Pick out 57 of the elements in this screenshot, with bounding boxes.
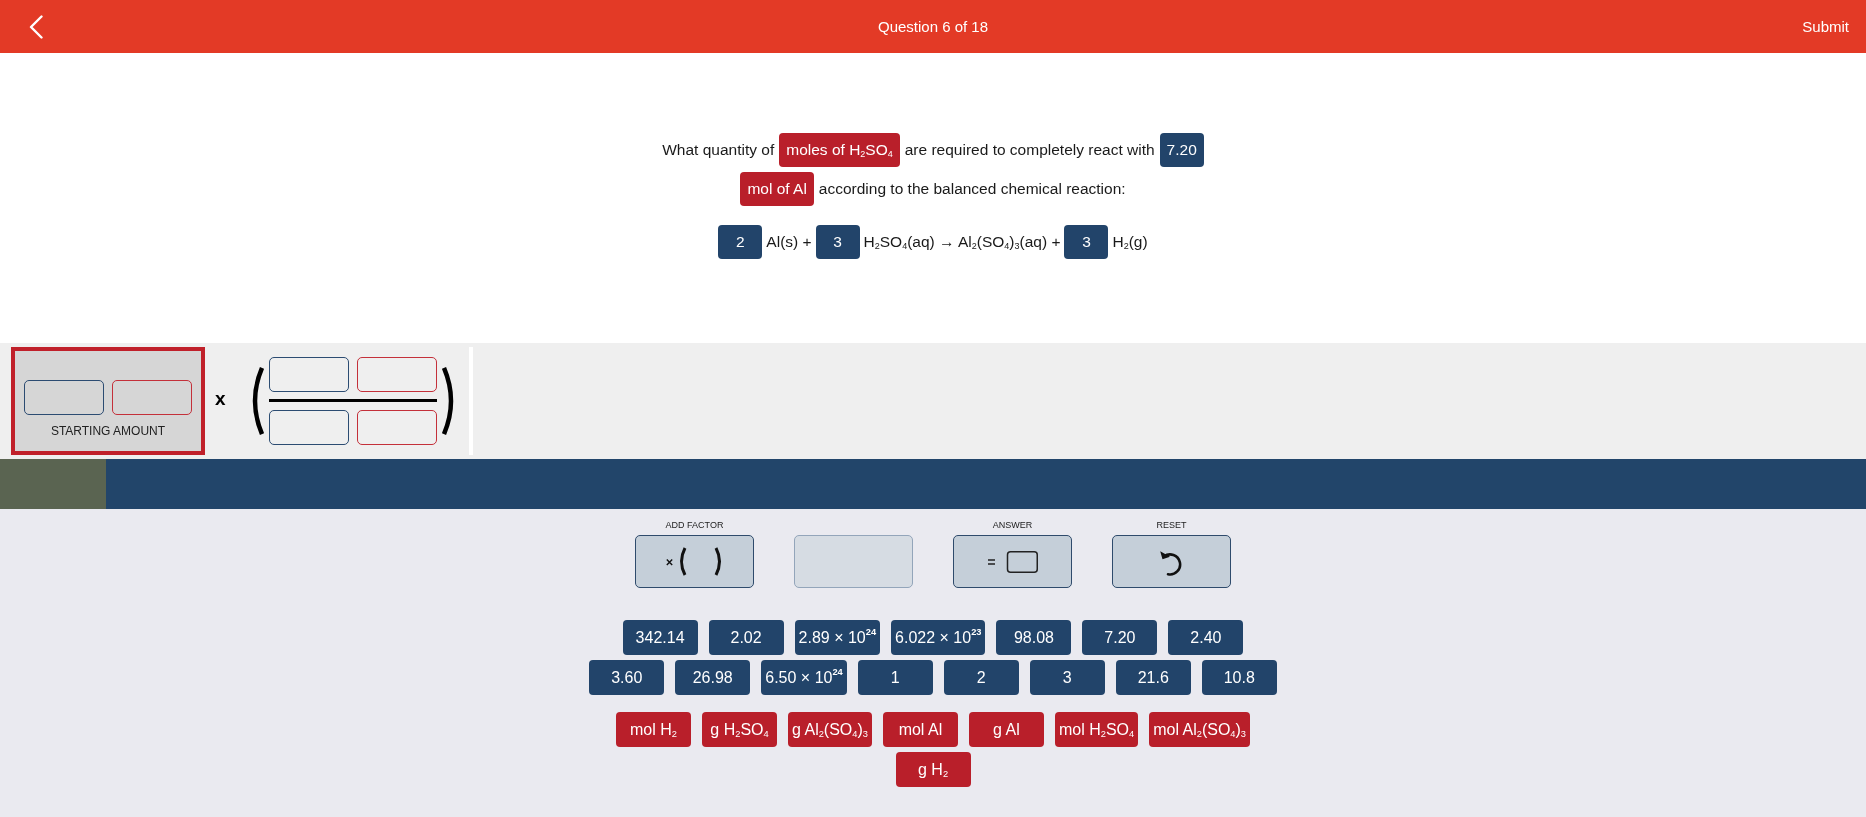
unit-tile[interactable]: g Al	[968, 712, 1044, 747]
unit-tile[interactable]: g H$_{2}$	[895, 752, 971, 787]
starting-amount-label: STARTING AMOUNT	[50, 424, 166, 438]
control-label: RESET	[1156, 519, 1187, 531]
number-tile[interactable]: 2.89 × 10$^{24}$	[794, 620, 881, 655]
equation-text: H$_{2}$SO$_{4}$(aq) → Al$_{2}$(SO$_{4}$)$_{3}$(aq) +	[863, 232, 1061, 251]
chevron-left-icon	[29, 14, 43, 39]
unit-chip: mol of Al	[740, 171, 814, 206]
control-label: ANSWER	[992, 519, 1033, 531]
number-tile[interactable]: 6.50 × 10$^{24}$	[761, 660, 847, 695]
back-button[interactable]	[29, 14, 43, 39]
question-text: What quantity of	[662, 140, 775, 159]
unit-tile[interactable]: g H$_{2}$SO$_{4}$	[702, 712, 777, 747]
equals-box-icon	[987, 550, 1038, 573]
coefficient-chip: 3	[815, 224, 860, 259]
answer-button[interactable]	[953, 535, 1072, 588]
unit-field[interactable]	[356, 357, 437, 392]
number-tile[interactable]: 6.022 × 10$^{23}$	[891, 620, 986, 655]
number-tile[interactable]: 3	[1029, 660, 1105, 695]
unit-tile[interactable]: mol Al	[882, 712, 958, 747]
coefficient-chip: 3	[1064, 224, 1109, 259]
equation-text: Al(s) +	[766, 232, 812, 251]
starting-amount-card[interactable]: STARTING AMOUNT	[11, 347, 205, 455]
question-text: according to the balanced chemical reaction:	[818, 179, 1126, 198]
number-tile[interactable]: 26.98	[675, 660, 751, 695]
number-tile[interactable]: 21.6	[1115, 660, 1191, 695]
equation-text: H$_{2}$(g)	[1112, 232, 1148, 251]
number-tile[interactable]: 3.60	[589, 660, 665, 695]
unit-tile[interactable]: mol Al$_{2}$(SO$_{4}$)$_{3}$	[1149, 712, 1250, 747]
number-tile[interactable]: 2.40	[1168, 620, 1244, 655]
value-chip: 7.20	[1159, 132, 1204, 167]
number-tile[interactable]: 10.8	[1201, 660, 1277, 695]
unit-tile[interactable]: mol H$_{2}$	[616, 712, 691, 747]
number-tile[interactable]: 7.20	[1082, 620, 1158, 655]
number-tile[interactable]: 342.14	[622, 620, 698, 655]
multiply-sign: x	[215, 388, 226, 408]
number-tile[interactable]: 2	[943, 660, 1019, 695]
number-tile[interactable]: 1	[857, 660, 933, 695]
value-field[interactable]	[24, 380, 104, 415]
unit-field[interactable]	[356, 410, 437, 445]
submit-button[interactable]: Submit	[1802, 18, 1849, 35]
value-field[interactable]	[268, 357, 349, 392]
unit-tile[interactable]: g Al$_{2}$(SO$_{4}$)$_{3}$	[788, 712, 872, 747]
reset-button[interactable]	[1112, 535, 1231, 588]
multiply-parentheses-icon	[666, 547, 723, 576]
unit-field[interactable]	[112, 380, 192, 415]
control-label: ADD FACTOR	[665, 519, 724, 531]
conversion-factor[interactable]: x	[211, 347, 462, 455]
value-field[interactable]	[268, 410, 349, 445]
unit-tile[interactable]: mol H$_{2}$SO$_{4}$	[1054, 712, 1139, 747]
unit-chip: moles of H$_{2}$SO$_{4}$	[779, 132, 900, 167]
coefficient-chip: 2	[718, 224, 763, 259]
add-factor-button[interactable]	[635, 535, 754, 588]
question-text: are required to completely react with	[904, 140, 1155, 159]
number-tile[interactable]: 2.02	[708, 620, 784, 655]
question-counter: Question 6 of 18	[877, 18, 989, 35]
number-tile[interactable]: 98.08	[996, 620, 1072, 655]
